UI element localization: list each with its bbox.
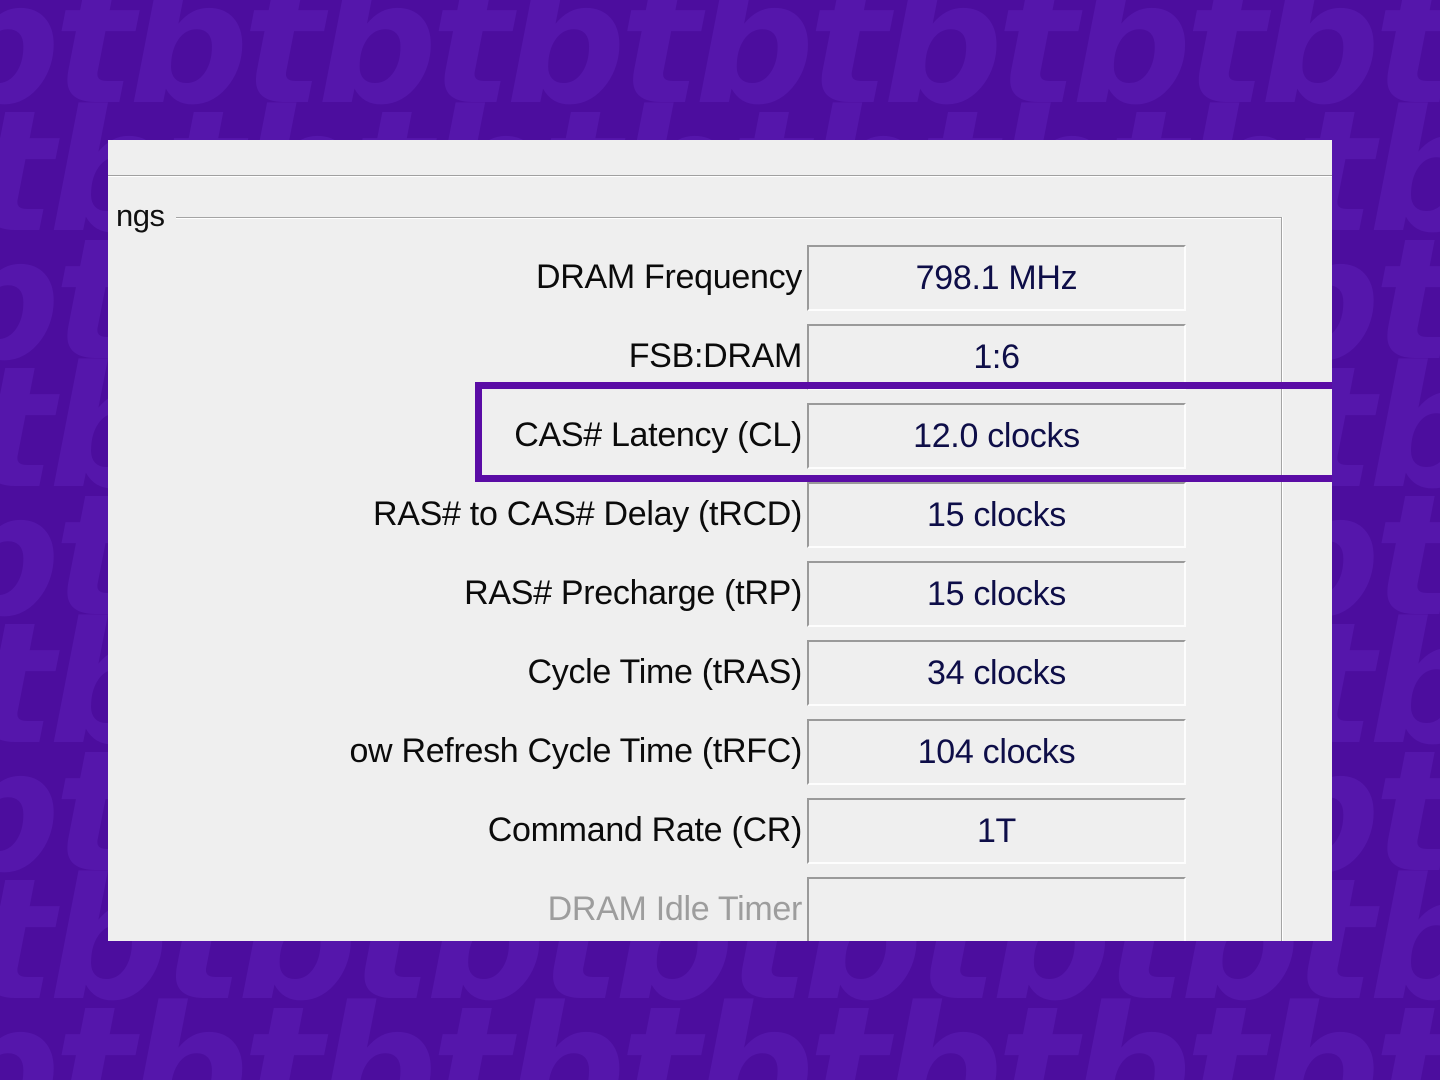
timing-label: RAS# to CAS# Delay (tRCD) — [373, 495, 802, 533]
timing-row: CAS# Latency (CL) 12.0 clocks — [108, 401, 1332, 480]
dram-timings-dialog: ngs DRAM Frequency 798.1 MHz FSB:DRAM 1:6 CA… — [108, 140, 1332, 941]
timing-row: ow Refresh Cycle Time (tRFC) 104 clocks — [108, 717, 1332, 796]
timing-label: Cycle Time (tRAS) — [527, 653, 803, 691]
groupbox-legend: ngs — [112, 198, 169, 234]
timing-value-field[interactable] — [807, 877, 1186, 941]
timing-row: FSB:DRAM 1:6 — [108, 322, 1332, 401]
timing-row: RAS# to CAS# Delay (tRCD) 15 clocks — [108, 480, 1332, 559]
timing-value-field[interactable]: 798.1 MHz — [807, 245, 1186, 311]
timing-value-field[interactable]: 104 clocks — [807, 719, 1186, 785]
groupbox-top-border — [176, 217, 1283, 219]
timing-value-field[interactable]: 1:6 — [807, 324, 1186, 390]
timing-row: Command Rate (CR) 1T — [108, 796, 1332, 875]
timing-value-field[interactable]: 1T — [807, 798, 1186, 864]
timing-value-field[interactable]: 34 clocks — [807, 640, 1186, 706]
timing-label: RAS# Precharge (tRP) — [464, 574, 802, 612]
timing-value-field[interactable]: 12.0 clocks — [807, 403, 1186, 469]
top-separator — [108, 175, 1332, 177]
timings-row-list: DRAM Frequency 798.1 MHz FSB:DRAM 1:6 CAS# L… — [108, 243, 1332, 941]
timing-label: DRAM Idle Timer — [547, 890, 802, 928]
timing-label: FSB:DRAM — [628, 337, 802, 375]
timing-value-field[interactable]: 15 clocks — [807, 482, 1186, 548]
timing-row: Cycle Time (tRAS) 34 clocks — [108, 638, 1332, 717]
timing-label: CAS# Latency (CL) — [514, 416, 802, 454]
timing-row: DRAM Idle Timer — [108, 875, 1332, 941]
timing-row: DRAM Frequency 798.1 MHz — [108, 243, 1332, 322]
timing-label: DRAM Frequency — [536, 258, 802, 296]
timing-label: ow Refresh Cycle Time (tRFC) — [349, 732, 802, 770]
watermark-row: btbtbtbtbtbtbtbtbtbtbtbtbtbtbtbtbtbtbtbt… — [0, 970, 1440, 1080]
timing-label: Command Rate (CR) — [487, 811, 802, 849]
timing-row: RAS# Precharge (tRP) 15 clocks — [108, 559, 1332, 638]
timing-value-field[interactable]: 15 clocks — [807, 561, 1186, 627]
